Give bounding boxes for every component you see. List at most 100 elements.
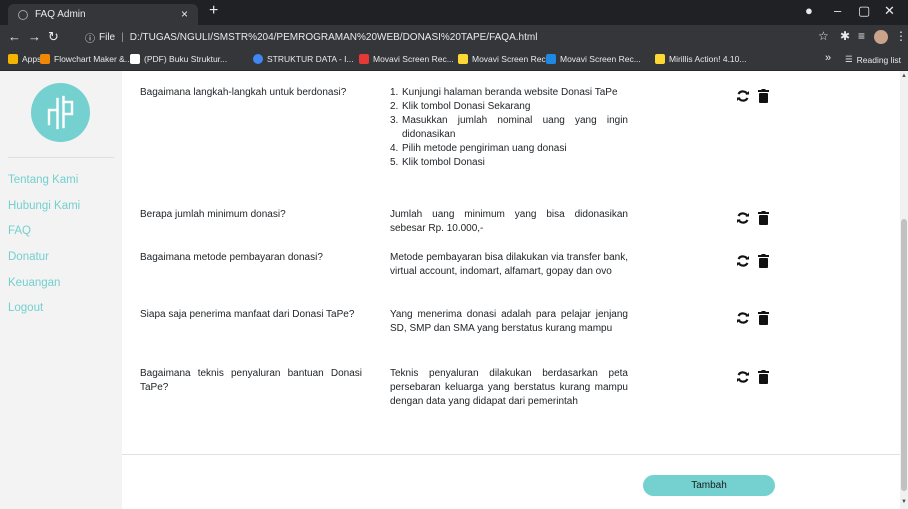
movavi-icon — [359, 54, 369, 64]
faq-question: Berapa jumlah minimum donasi? — [140, 209, 286, 220]
trash-icon[interactable] — [758, 370, 769, 384]
list-item: 4. Pilih metode pengiriman uang donasi — [390, 142, 628, 156]
tab-title: FAQ Admin — [35, 9, 86, 20]
url-scheme-label: File — [99, 31, 116, 43]
profile-dot-icon[interactable]: ● — [805, 3, 813, 18]
step-number: 1. — [390, 87, 399, 98]
minimize-icon[interactable]: – — [834, 3, 841, 18]
mirillis-icon — [655, 54, 665, 64]
trash-icon[interactable] — [758, 311, 769, 325]
refresh-icon[interactable] — [736, 211, 750, 225]
new-tab-button[interactable]: + — [209, 2, 218, 20]
step-text: Klik tombol Donasi — [402, 157, 485, 168]
faq-table: Bagaimana langkah-langkah untuk berdonas… — [122, 71, 900, 509]
address-bar[interactable]: ⓘ File | D:/TUGAS/NGULI/SMSTR%204/PEMROG… — [85, 28, 785, 46]
more-bookmarks-button[interactable]: » — [825, 52, 831, 64]
list-item: 5. Klik tombol Donasi — [390, 156, 628, 170]
bookmark-movavi-3[interactable]: Movavi Screen Rec... — [546, 54, 641, 64]
refresh-icon[interactable] — [736, 370, 750, 384]
row-actions — [736, 89, 769, 103]
faq-answer: Metode pembayaran bisa dilakukan via tra… — [390, 252, 628, 277]
bookmark-label: Movavi Screen Rec... — [373, 54, 454, 64]
brand-logo-icon — [47, 95, 74, 130]
bookmark-label: (PDF) Buku Struktur... — [144, 54, 228, 64]
bookmark-label: Flowchart Maker &... — [54, 54, 132, 64]
browser-tab[interactable]: FAQ Admin × — [8, 4, 198, 25]
academia-icon — [130, 54, 140, 64]
refresh-icon[interactable] — [736, 89, 750, 103]
back-arrow-icon[interactable]: ← — [8, 29, 21, 44]
google-icon — [253, 54, 263, 64]
nav-logout[interactable]: Logout — [8, 302, 43, 314]
url-separator: | — [121, 31, 124, 43]
bookmark-movavi-2[interactable]: Movavi Screen Rec... — [458, 54, 553, 64]
sidebar-divider — [8, 157, 114, 158]
scroll-down-arrow-icon[interactable]: ▼ — [901, 499, 907, 505]
page-scrollbar[interactable]: ▲ ▼ — [900, 71, 908, 509]
row-actions — [736, 211, 769, 225]
site-info-icon[interactable]: ⓘ — [85, 30, 95, 45]
row-actions — [736, 254, 769, 268]
refresh-icon[interactable] — [736, 311, 750, 325]
bookmark-apps[interactable]: Apps — [8, 54, 41, 64]
step-text: Kunjungi halaman beranda website Donasi … — [402, 87, 618, 98]
row-actions — [736, 311, 769, 325]
faq-question: Bagaimana teknis penyaluran bantuan Dona… — [140, 368, 362, 393]
refresh-icon[interactable] — [736, 254, 750, 268]
profile-avatar[interactable] — [874, 30, 888, 44]
list-item: 1. Kunjungi halaman beranda website Donas… — [390, 86, 628, 100]
apps-grid-icon — [8, 54, 18, 64]
faq-answer: Teknis penyaluran dilakukan berdasarkan … — [390, 368, 628, 407]
trash-icon[interactable] — [758, 89, 769, 103]
browser-tab-strip: FAQ Admin × + ● – ▢ ✕ — [0, 0, 908, 25]
bookmark-label: Movavi Screen Rec... — [472, 54, 553, 64]
bookmarks-bar: Apps Flowchart Maker &... (PDF) Buku Str… — [0, 49, 908, 71]
step-text: Pilih metode pengiriman uang donasi — [402, 143, 567, 154]
faq-question: Siapa saja penerima manfaat dari Donasi … — [140, 309, 355, 320]
sidebar: Tentang Kami Hubungi Kami FAQ Donatur Ke… — [0, 71, 122, 509]
step-text: Klik tombol Donasi Sekarang — [402, 101, 531, 112]
flowchart-icon — [40, 54, 50, 64]
nav-donatur[interactable]: Donatur — [8, 251, 49, 263]
window-close-icon[interactable]: ✕ — [884, 3, 895, 19]
faq-question: Bagaimana langkah-langkah untuk berdonas… — [140, 87, 347, 98]
bookmark-pdf-book[interactable]: (PDF) Buku Struktur... — [130, 54, 227, 64]
nav-faq[interactable]: FAQ — [8, 225, 31, 237]
browser-toolbar: ← → ↻ ⓘ File | D:/TUGAS/NGULI/SMSTR%204/… — [0, 25, 908, 49]
add-faq-button[interactable]: Tambah — [643, 475, 775, 496]
reading-list-label: Reading list — [856, 54, 902, 65]
extensions-icon[interactable]: ✱ — [840, 29, 850, 43]
movavi-icon — [546, 54, 556, 64]
bookmark-flowchart[interactable]: Flowchart Maker &... — [40, 54, 132, 64]
scrollbar-thumb[interactable] — [901, 219, 907, 491]
bookmark-star-icon[interactable]: ☆ — [818, 29, 829, 43]
scroll-up-arrow-icon[interactable]: ▲ — [901, 73, 907, 79]
forward-arrow-icon[interactable]: → — [28, 29, 41, 44]
nav-hubungi-kami[interactable]: Hubungi Kami — [8, 200, 80, 212]
faq-answer: Yang menerima donasi adalah para pelajar… — [390, 309, 628, 334]
bookmark-mirillis[interactable]: Mirillis Action! 4.10... — [655, 54, 746, 64]
tab-close-icon[interactable]: × — [181, 7, 188, 21]
list-item: 3. Masukkan jumlah nominal uang yang ingi… — [390, 114, 628, 142]
browser-menu-icon[interactable]: ⋮ — [895, 29, 907, 43]
faq-answer: Jumlah uang minimum yang bisa didonasika… — [390, 209, 628, 234]
brand-logo — [31, 83, 90, 142]
bookmark-label: Apps — [22, 54, 42, 64]
maximize-icon[interactable]: ▢ — [858, 3, 870, 19]
nav-keuangan[interactable]: Keuangan — [8, 277, 60, 289]
bookmark-struktur-data[interactable]: STRUKTUR DATA - I... — [253, 54, 354, 64]
trash-icon[interactable] — [758, 254, 769, 268]
trash-icon[interactable] — [758, 211, 769, 225]
page-viewport: Tentang Kami Hubungi Kami FAQ Donatur Ke… — [0, 71, 908, 509]
table-footer-divider — [122, 454, 900, 455]
step-number: 2. — [390, 101, 399, 112]
reading-list-button[interactable]: ☰ Reading list — [845, 54, 901, 65]
playlist-icon[interactable]: ≡ — [858, 29, 865, 43]
nav-tentang-kami[interactable]: Tentang Kami — [8, 174, 78, 186]
reading-list-icon: ☰ — [845, 54, 853, 64]
faq-question: Bagaimana metode pembayaran donasi? — [140, 252, 323, 263]
list-item: 2. Klik tombol Donasi Sekarang — [390, 100, 628, 114]
reload-icon[interactable]: ↻ — [48, 29, 59, 45]
bookmark-movavi-1[interactable]: Movavi Screen Rec... — [359, 54, 454, 64]
step-number: 3. — [390, 115, 399, 126]
